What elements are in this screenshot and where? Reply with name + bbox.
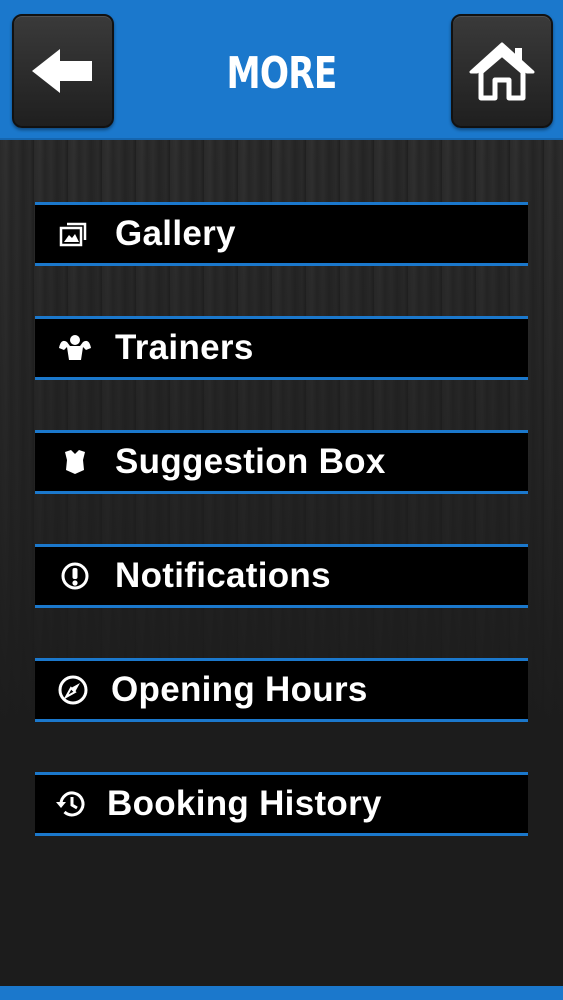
header-bar: MORE [0, 0, 563, 140]
shield-icon [65, 450, 85, 474]
bottom-bar [0, 986, 563, 1000]
back-button[interactable] [12, 14, 114, 128]
menu-item-opening-hours[interactable]: Opening Hours [35, 658, 528, 722]
menu-item-trainers[interactable]: Trainers [35, 316, 528, 380]
menu-item-label: Booking History [107, 784, 382, 823]
menu-item-label: Notifications [115, 556, 331, 595]
home-icon [469, 42, 535, 101]
menu-item-label: Trainers [115, 328, 254, 367]
menu-item-label: Suggestion Box [115, 442, 386, 481]
history-icon [56, 791, 85, 817]
menu-item-label: Gallery [115, 214, 236, 253]
menu-item-booking-history[interactable]: Booking History [35, 772, 528, 836]
compass-icon [58, 675, 88, 705]
exclamation-icon [61, 562, 89, 590]
menu-item-notifications[interactable]: Notifications [35, 544, 528, 608]
page-title: MORE [226, 48, 337, 99]
muscle-icon [59, 335, 91, 360]
gallery-icon [59, 222, 87, 247]
menu-item-suggestion-box[interactable]: Suggestion Box [35, 430, 528, 494]
arrow-left-icon [32, 49, 92, 93]
menu-item-gallery[interactable]: Gallery [35, 202, 528, 266]
menu-area: Gallery Trainers Suggestion Box Notifica… [0, 140, 563, 986]
menu-item-label: Opening Hours [111, 670, 368, 709]
home-button[interactable] [451, 14, 553, 128]
